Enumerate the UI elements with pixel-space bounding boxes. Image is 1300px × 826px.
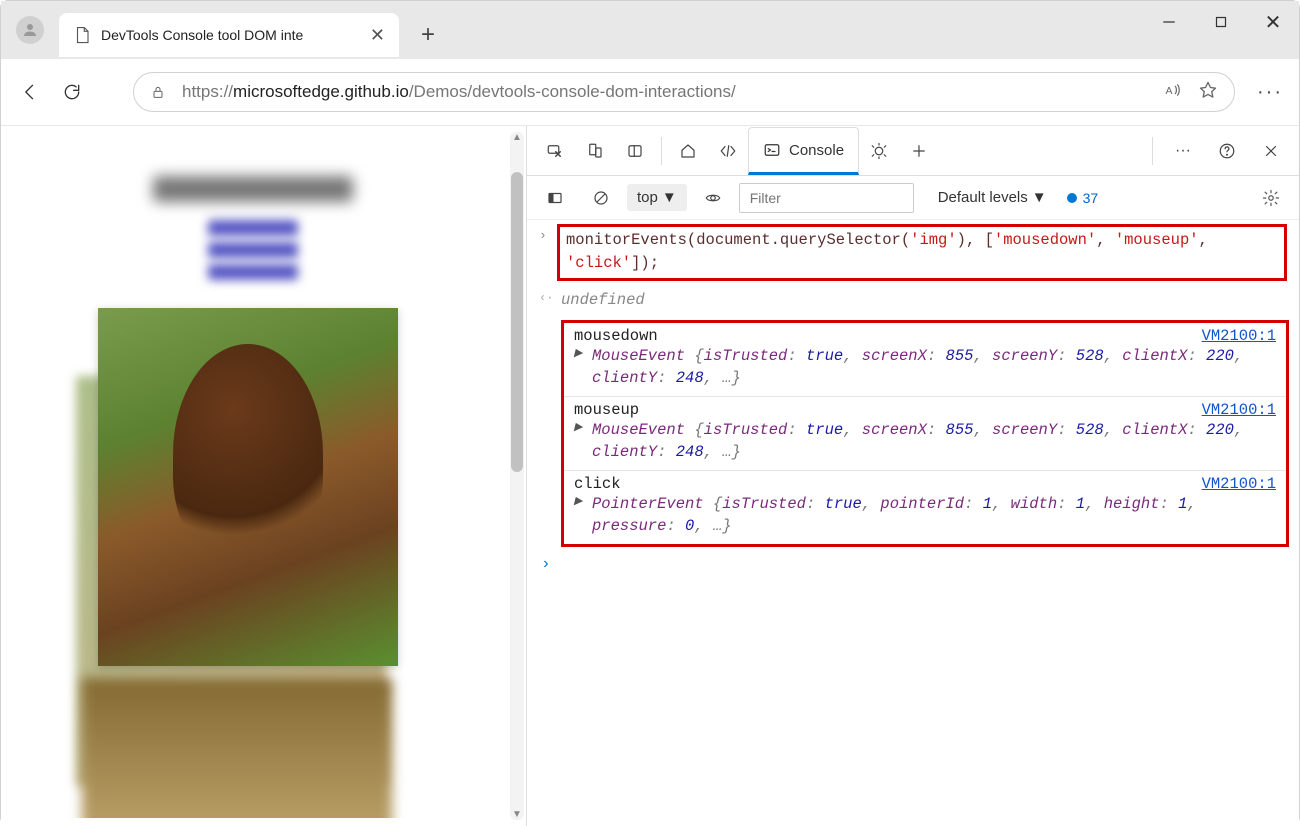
chevron-down-icon: ▼ <box>1032 189 1047 206</box>
window-controls: ✕ <box>1143 1 1299 43</box>
events-highlight-box: mousedownVM2100:1▶MouseEvent {isTrusted:… <box>561 320 1289 547</box>
new-tab-button[interactable] <box>899 131 939 171</box>
issue-count-label: 37 <box>1083 190 1099 206</box>
maximize-button[interactable] <box>1195 1 1247 43</box>
live-expression-icon[interactable] <box>693 178 733 218</box>
device-toggle-icon[interactable] <box>575 131 615 171</box>
console-tab-label: Console <box>789 142 844 159</box>
console-output[interactable]: › monitorEvents(document.querySelector('… <box>527 220 1299 826</box>
devtools-more-button[interactable]: ··· <box>1163 131 1203 171</box>
browser-tab[interactable]: DevTools Console tool DOM inte ✕ <box>59 13 399 57</box>
console-prompt[interactable]: › <box>527 547 1299 581</box>
new-tab-button[interactable]: + <box>421 21 435 59</box>
context-dropdown[interactable]: top ▼ <box>627 184 687 211</box>
console-subbar: top ▼ Default levels ▼ 37 <box>527 176 1299 220</box>
event-source-link[interactable]: VM2100:1 <box>1202 327 1276 345</box>
devtools-toolbar: Console ··· <box>527 126 1299 176</box>
close-window-button[interactable]: ✕ <box>1247 1 1299 43</box>
event-source-link[interactable]: VM2100:1 <box>1202 401 1276 419</box>
file-icon <box>73 25 91 45</box>
sidebar-toggle-icon[interactable] <box>535 178 575 218</box>
svg-text:A: A <box>1166 84 1173 96</box>
issues-tab-icon[interactable] <box>859 131 899 171</box>
elements-tab-icon[interactable] <box>708 131 748 171</box>
nav-bar: https://microsoftedge.github.io/Demos/de… <box>1 59 1299 125</box>
scroll-up-icon[interactable]: ▲ <box>512 132 522 143</box>
console-return-row: ‹· undefined <box>527 283 1299 318</box>
event-entry[interactable]: mouseup VM2100:1▶MouseEvent {isTrusted: t… <box>564 397 1286 471</box>
filter-input[interactable] <box>739 183 914 213</box>
prompt-icon: › <box>539 224 557 281</box>
blurred-link <box>208 264 298 280</box>
chevron-down-icon: ▼ <box>662 189 677 206</box>
event-name: mouseup <box>574 401 639 419</box>
page-content[interactable] <box>13 138 493 818</box>
address-bar[interactable]: https://microsoftedge.github.io/Demos/de… <box>133 72 1235 112</box>
return-icon: ‹· <box>539 285 557 316</box>
minimize-button[interactable] <box>1143 1 1195 43</box>
event-entry[interactable]: click VM2100:1▶PointerEvent {isTrusted: t… <box>564 471 1286 544</box>
event-entry[interactable]: mousedown VM2100:1▶MouseEvent {isTrusted:… <box>564 323 1286 397</box>
event-name: click <box>574 475 621 493</box>
expand-icon[interactable]: ▶ <box>574 495 582 511</box>
event-object[interactable]: ▶PointerEvent {isTrusted: true, pointerI… <box>574 493 1276 538</box>
clear-console-icon[interactable] <box>581 178 621 218</box>
refresh-button[interactable] <box>51 71 93 113</box>
tab-title: DevTools Console tool DOM inte <box>101 27 360 43</box>
title-bar: DevTools Console tool DOM inte ✕ + ✕ <box>1 1 1299 59</box>
console-tab[interactable]: Console <box>748 127 859 175</box>
blurred-link <box>208 220 298 236</box>
console-input-row: › monitorEvents(document.querySelector('… <box>527 222 1299 283</box>
console-settings-icon[interactable] <box>1251 178 1291 218</box>
browser-more-button[interactable]: ··· <box>1249 81 1291 104</box>
browser-chrome: DevTools Console tool DOM inte ✕ + ✕ htt… <box>1 1 1299 126</box>
log-levels-dropdown[interactable]: Default levels ▼ <box>938 189 1047 206</box>
url-text: https://microsoftedge.github.io/Demos/de… <box>182 82 1164 102</box>
welcome-tab-icon[interactable] <box>668 131 708 171</box>
dock-side-icon[interactable] <box>615 131 655 171</box>
scroll-down-icon[interactable]: ▼ <box>512 809 522 820</box>
console-icon <box>763 141 781 159</box>
help-icon[interactable] <box>1207 131 1247 171</box>
blurred-link <box>208 242 298 258</box>
devtools-panel: Console ··· top ▼ Default levels ▼ <box>526 126 1299 826</box>
main-photo[interactable] <box>98 308 398 666</box>
blurred-photo <box>82 678 392 818</box>
profile-avatar[interactable] <box>16 16 44 44</box>
expand-icon[interactable]: ▶ <box>574 347 582 363</box>
close-tab-icon[interactable]: ✕ <box>370 25 385 46</box>
event-object[interactable]: ▶MouseEvent {isTrusted: true, screenX: 8… <box>574 345 1276 390</box>
event-object[interactable]: ▶MouseEvent {isTrusted: true, screenX: 8… <box>574 419 1276 464</box>
input-highlight-box: monitorEvents(document.querySelector('im… <box>557 224 1287 281</box>
favorite-icon[interactable] <box>1198 80 1218 105</box>
issue-badge-icon <box>1067 193 1077 203</box>
read-aloud-icon[interactable]: A <box>1164 81 1182 104</box>
blurred-heading <box>153 176 353 202</box>
return-value: undefined <box>557 285 645 316</box>
close-devtools-button[interactable] <box>1251 131 1291 171</box>
event-source-link[interactable]: VM2100:1 <box>1202 475 1276 493</box>
page-pane: ▲ ▼ <box>1 126 526 826</box>
expand-icon[interactable]: ▶ <box>574 421 582 437</box>
back-button[interactable] <box>9 71 51 113</box>
content-area: ▲ ▼ Console ··· <box>1 126 1299 826</box>
scrollbar-thumb[interactable] <box>511 172 523 472</box>
address-actions: A <box>1164 80 1218 105</box>
inspect-element-icon[interactable] <box>535 131 575 171</box>
event-name: mousedown <box>574 327 658 345</box>
levels-label: Default levels <box>938 189 1028 206</box>
lock-icon <box>150 84 166 100</box>
page-scrollbar[interactable]: ▲ ▼ <box>510 132 524 820</box>
context-label: top <box>637 189 658 206</box>
issue-count[interactable]: 37 <box>1067 190 1099 206</box>
